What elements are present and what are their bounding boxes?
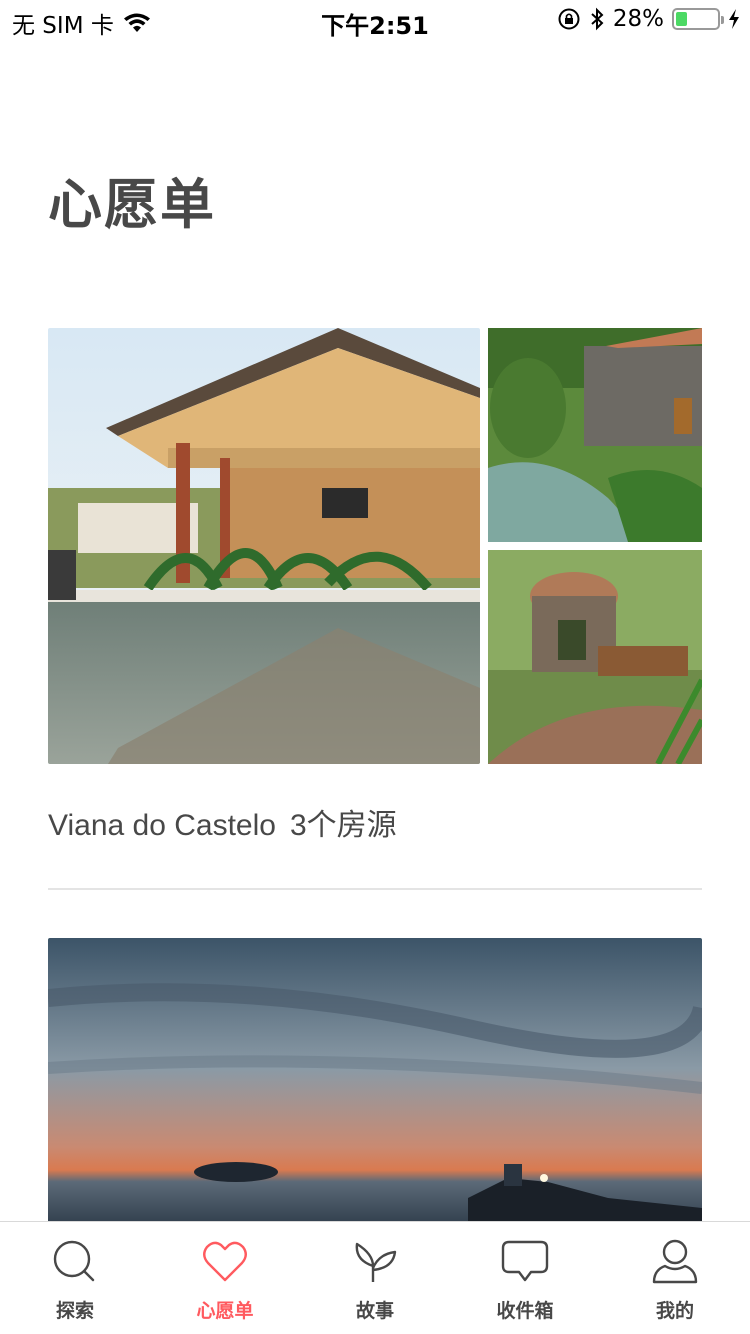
wishlist-photo[interactable] (488, 550, 702, 764)
treehouse-dome-image (488, 550, 702, 764)
tab-label: 我的 (655, 1300, 694, 1322)
page-title: 心愿单 (48, 173, 216, 236)
wishlist-card[interactable] (48, 328, 702, 764)
pool-pavilion-image (48, 328, 480, 764)
battery-level (676, 12, 688, 26)
wishlist-photo[interactable] (488, 328, 702, 542)
rotation-lock-icon (558, 8, 580, 30)
chat-bubble-icon (501, 1240, 549, 1282)
wishlist-cover-photo[interactable] (48, 328, 480, 764)
wishlist-count: 3个房源 (289, 809, 397, 842)
tab-label: 心愿单 (196, 1300, 254, 1322)
tab-explore[interactable]: 探索 (0, 1222, 150, 1334)
sprout-icon (355, 1242, 397, 1282)
status-right: 28% (557, 6, 740, 32)
wishlist-caption[interactable]: Viana do Castelo 3个房源 (48, 800, 397, 844)
tab-inbox[interactable]: 收件箱 (450, 1222, 600, 1334)
status-bar: 无 SIM 卡 下午2:51 28% (0, 0, 750, 40)
divider (48, 888, 702, 890)
sunset-lighthouse-image (48, 938, 702, 1228)
battery-icon (672, 8, 724, 30)
search-icon (53, 1240, 95, 1282)
tab-bar: 探索 心愿单 故事 收件箱 我的 (0, 1221, 750, 1334)
tab-stories[interactable]: 故事 (300, 1222, 450, 1334)
tab-wishlist[interactable]: 心愿单 (150, 1222, 300, 1334)
battery-percent: 28% (612, 6, 664, 32)
profile-icon (652, 1239, 698, 1284)
tab-label: 收件箱 (496, 1300, 554, 1322)
tab-label: 故事 (355, 1300, 394, 1322)
bluetooth-icon (591, 7, 604, 31)
charging-icon (729, 9, 739, 29)
tab-profile[interactable]: 我的 (600, 1222, 750, 1334)
wishlist-cover-photo[interactable] (48, 938, 702, 1228)
tab-label: 探索 (55, 1300, 94, 1322)
heart-icon (203, 1241, 247, 1282)
wishlist-name: Viana do Castelo (48, 809, 276, 842)
stone-mill-stream-image (488, 328, 702, 542)
